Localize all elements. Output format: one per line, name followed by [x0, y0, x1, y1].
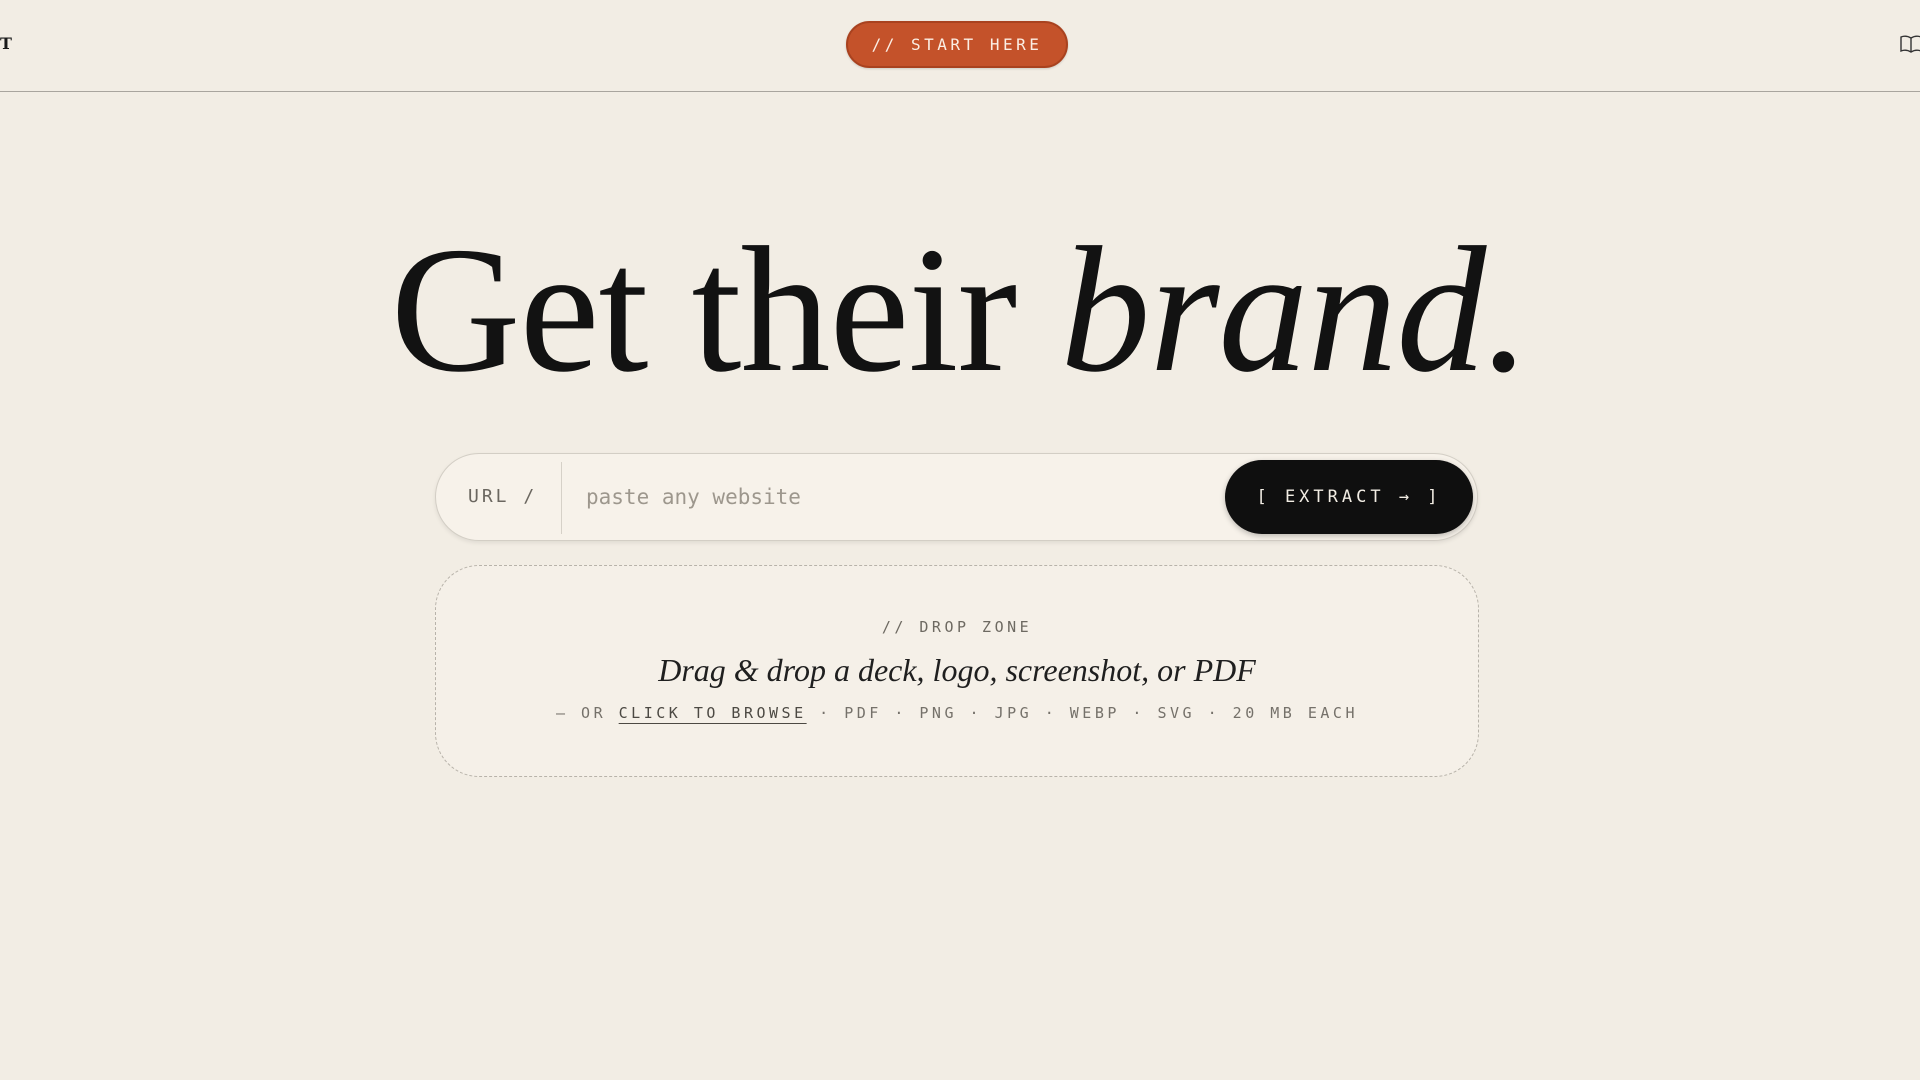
drop-zone[interactable]: // DROP ZONE Drag & drop a deck, logo, s… — [435, 565, 1479, 777]
start-here-button[interactable]: // START HERE — [846, 21, 1068, 68]
brand-logo[interactable]: T — [0, 34, 12, 53]
drop-zone-title: Drag & drop a deck, logo, screenshot, or… — [658, 652, 1256, 688]
drop-zone-formats: · PDF · PNG · JPG · WEBP · SVG · 20 MB E… — [806, 704, 1358, 722]
drop-zone-lead: — OR — [556, 704, 619, 722]
headline-plain: Get their — [390, 210, 1061, 409]
url-prefix-label: URL / — [468, 486, 538, 507]
headline-italic: brand. — [1060, 210, 1530, 409]
extract-button[interactable]: [ EXTRACT → ] — [1225, 460, 1473, 534]
hero-headline: Get their brand. — [0, 220, 1920, 400]
url-input[interactable] — [586, 454, 1246, 540]
drop-zone-label: // DROP ZONE — [881, 618, 1033, 636]
drop-zone-hint: — OR CLICK TO BROWSE · PDF · PNG · JPG ·… — [436, 704, 1478, 722]
top-bar: T // START HERE — [0, 0, 1920, 92]
url-divider — [561, 462, 562, 534]
browse-link[interactable]: CLICK TO BROWSE — [619, 704, 807, 722]
url-form: URL / [ EXTRACT → ] — [435, 453, 1478, 541]
open-book-icon[interactable] — [1900, 35, 1920, 53]
